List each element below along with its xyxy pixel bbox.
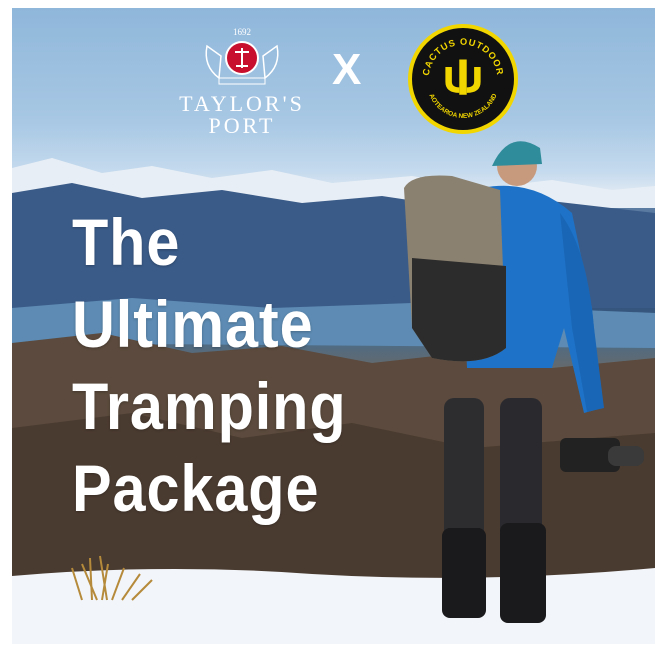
hiker-cap [492, 141, 542, 166]
taylors-brand-line1: TAYLOR'S [179, 91, 305, 116]
hiker-right-boot [500, 523, 546, 623]
camera-lens [608, 446, 644, 466]
headline-line-1: The [72, 205, 181, 279]
cactus-outdoor-badge: CACTUS OUTDOOR AOTEAROA NEW ZEALAND [408, 24, 518, 134]
taylors-crest-icon: 1692 [205, 27, 279, 85]
snow-ground [12, 568, 655, 644]
svg-text:1692: 1692 [233, 27, 251, 37]
collab-separator: X [332, 45, 362, 94]
taylors-brand-line2: PORT [208, 113, 276, 138]
hiker-left-boot [442, 528, 486, 618]
cactus-logo-icon: CACTUS OUTDOOR AOTEAROA NEW ZEALAND [421, 37, 505, 120]
headline-line-3: Tramping [72, 369, 347, 443]
headline: The Ultimate Tramping Package [72, 201, 347, 529]
svg-text:AOTEAROA NEW ZEALAND: AOTEAROA NEW ZEALAND [427, 92, 498, 120]
headline-line-4: Package [72, 451, 320, 525]
headline-line-2: Ultimate [72, 287, 314, 361]
taylors-port-logo: 1692 TAYLOR'S PORT [152, 26, 332, 137]
backpack-bottom [412, 258, 506, 362]
advert-image: 1692 TAYLOR'S PORT X CACTUS OUTDOOR AOTE… [12, 8, 655, 644]
